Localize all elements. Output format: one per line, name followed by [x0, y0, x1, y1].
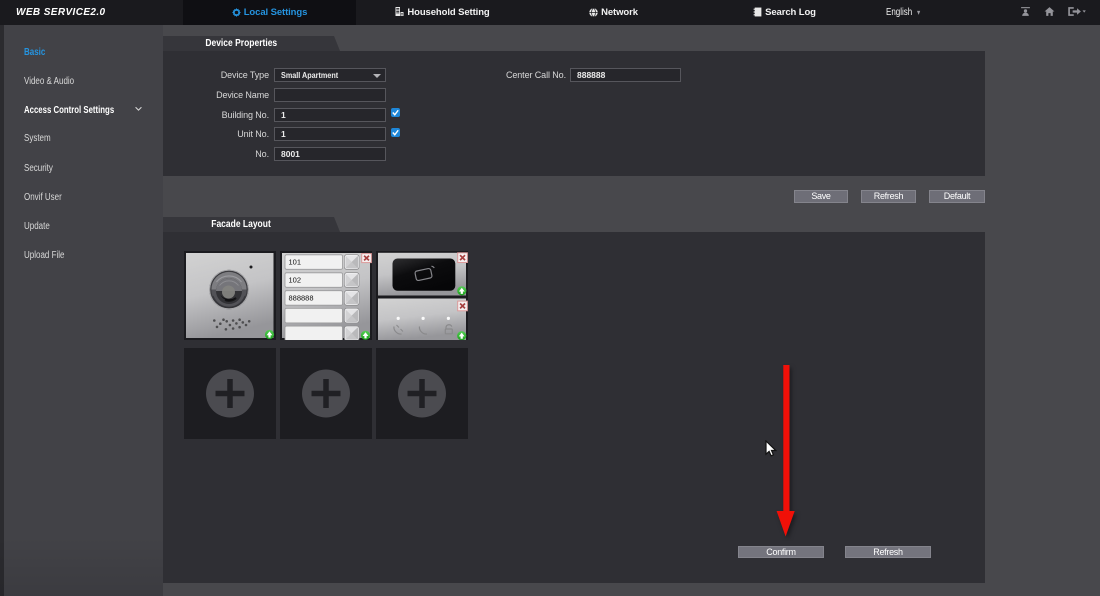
svg-text:101: 101 — [289, 258, 302, 267]
svg-text:102: 102 — [289, 276, 302, 285]
svg-text:888888: 888888 — [289, 294, 314, 303]
